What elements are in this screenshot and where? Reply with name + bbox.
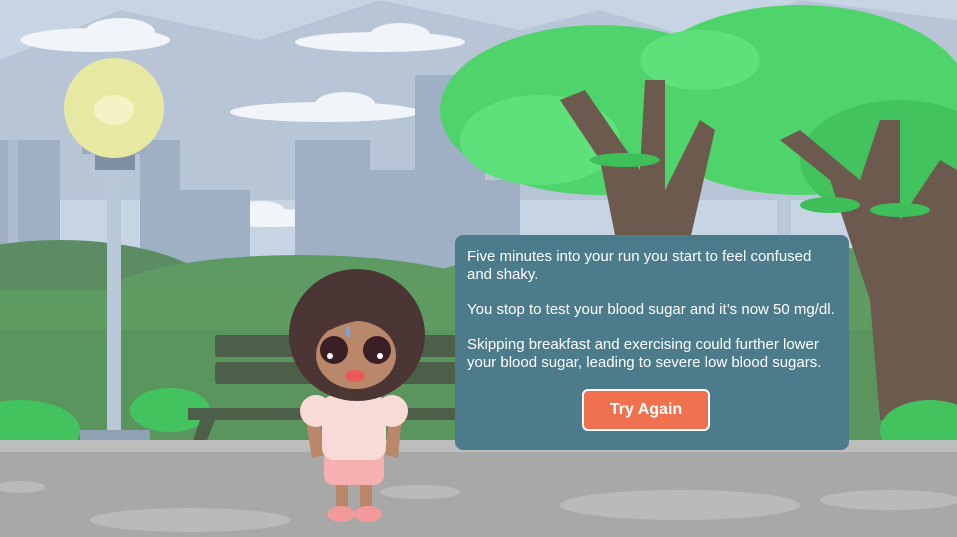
dialog-paragraph-3: Skipping breakfast and exercising could … [467, 336, 822, 371]
ground [0, 440, 957, 537]
message-dialog: Five minutes into your run you start to … [455, 235, 849, 450]
try-again-button[interactable]: Try Again [582, 389, 710, 431]
dialog-paragraph-1: Five minutes into your run you start to … [467, 248, 812, 283]
dialog-paragraph-2: You stop to test your blood sugar and it… [467, 301, 835, 318]
